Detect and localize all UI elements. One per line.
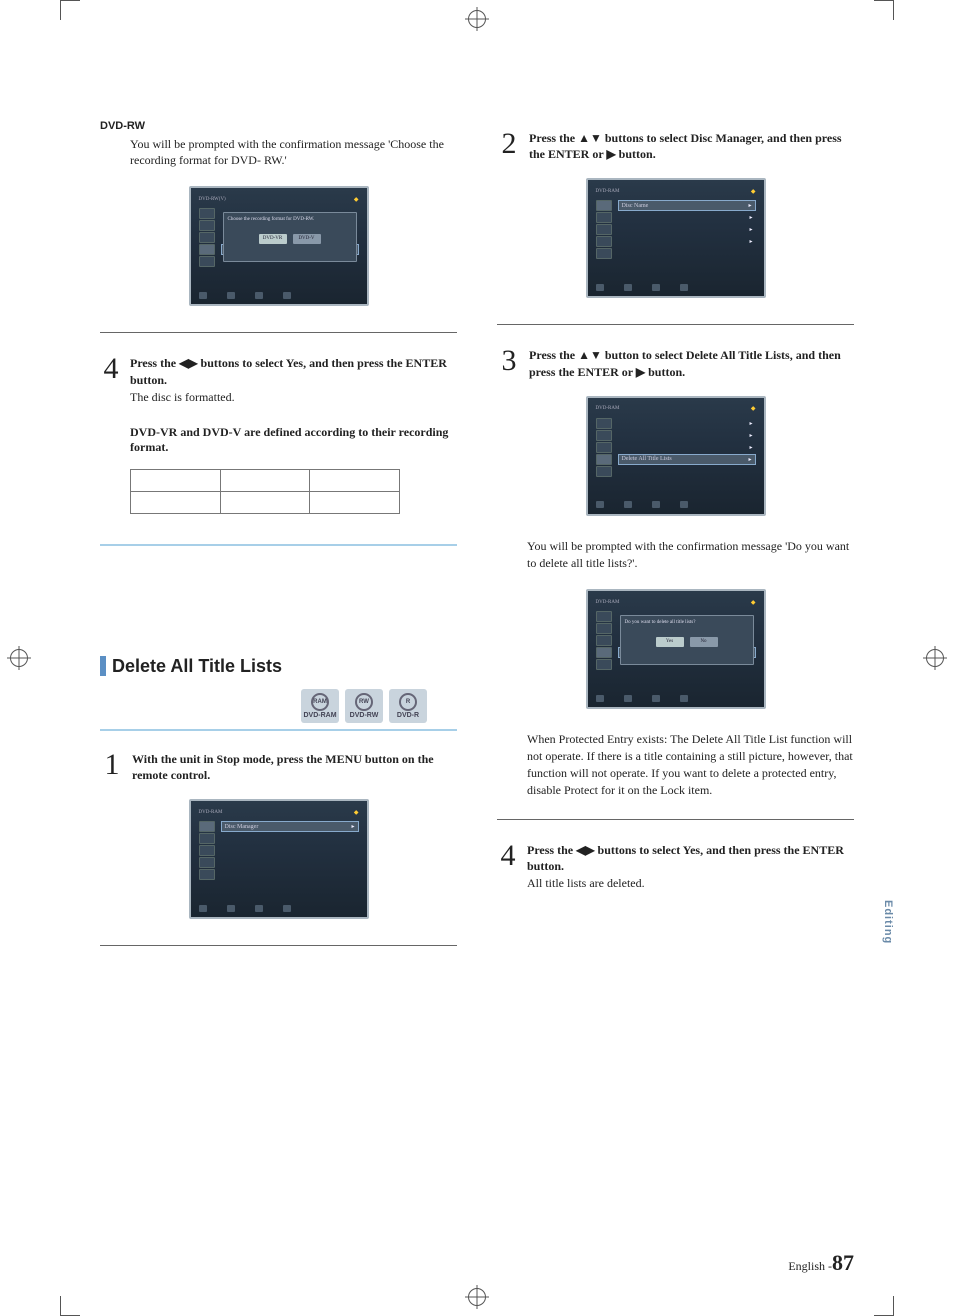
step-text: With the unit in Stop mode, press the ME… [132, 751, 457, 783]
divider [100, 945, 457, 946]
step-number: 4 [100, 355, 122, 404]
step-2: 2 Press the ▲▼ buttons to select Disc Ma… [497, 130, 854, 162]
badge-dvd-r: RDVD-R [389, 689, 427, 723]
dvdrw-body: You will be prompted with the confirmati… [130, 136, 457, 168]
step-number: 1 [100, 751, 124, 783]
confirm-message-text: You will be prompted with the confirmati… [527, 538, 854, 572]
protected-entry-note: When Protected Entry exists: The Delete … [527, 731, 854, 798]
step-subtext: All title lists are deleted. [527, 876, 854, 891]
section-title-text: Delete All Title Lists [112, 656, 282, 677]
step-text: Press the ◀▶ buttons to select Yes, and … [527, 842, 854, 874]
blue-divider [100, 729, 457, 731]
blue-divider [100, 544, 457, 546]
divider [497, 324, 854, 325]
format-table [130, 469, 400, 514]
step-subtext: The disc is formatted. [130, 390, 457, 405]
screenshot-delete-confirm: DVD-RAM◆ ▸ ▸ ▸ ▸ Do you want to delete a… [586, 589, 766, 709]
step-text: Press the ▲▼ button to select Delete All… [529, 347, 854, 379]
disc-badges: RAMDVD-RAM RWDVD-RW RDVD-R [100, 689, 427, 723]
section-title: Delete All Title Lists [100, 656, 457, 677]
section-title-bar [100, 656, 106, 676]
step-number: 4 [497, 842, 519, 891]
recording-format-note: DVD-VR and DVD-V are defined according t… [130, 425, 457, 455]
page-footer: English -87 [788, 1250, 854, 1276]
screenshot-main-menu: DVD-RAM◆ Disc Manager▸ [189, 799, 369, 919]
crop-mark [874, 0, 894, 20]
badge-dvd-rw: RWDVD-RW [345, 689, 383, 723]
screenshot-delete-all-select: DVD-RAM◆ ▸ ▸ ▸ Delete All Title Lists▸ [586, 396, 766, 516]
screenshot-disc-manager: DVD-RAM◆ Disc Name▸ ▸ ▸ ▸ [586, 178, 766, 298]
step-number: 3 [497, 347, 521, 379]
registration-mark [10, 649, 28, 667]
step-1: 1 With the unit in Stop mode, press the … [100, 751, 457, 783]
divider [497, 819, 854, 820]
crop-mark [874, 1296, 894, 1316]
registration-mark [926, 649, 944, 667]
registration-mark [468, 10, 486, 28]
page-number: 87 [832, 1250, 854, 1275]
badge-dvd-ram: RAMDVD-RAM [301, 689, 339, 723]
step-4-right: 4 Press the ◀▶ buttons to select Yes, an… [497, 842, 854, 891]
registration-mark [468, 1288, 486, 1306]
footer-lang: English - [788, 1259, 832, 1273]
step-4-left: 4 Press the ◀▶ buttons to select Yes, an… [100, 355, 457, 404]
step-number: 2 [497, 130, 521, 162]
sidebar-section-label: Editing [882, 900, 894, 944]
step-text: Press the ◀▶ buttons to select Yes, and … [130, 355, 457, 387]
dvdrw-heading: DVD-RW [100, 120, 457, 132]
screenshot-format-confirm: DVD-RW(V)◆ ▸ ▸ ▸ ▸ Choose the recording … [189, 186, 369, 306]
step-text: Press the ▲▼ buttons to select Disc Mana… [529, 130, 854, 162]
crop-mark [60, 1296, 80, 1316]
crop-mark [60, 0, 80, 20]
divider [100, 332, 457, 333]
step-3: 3 Press the ▲▼ button to select Delete A… [497, 347, 854, 379]
